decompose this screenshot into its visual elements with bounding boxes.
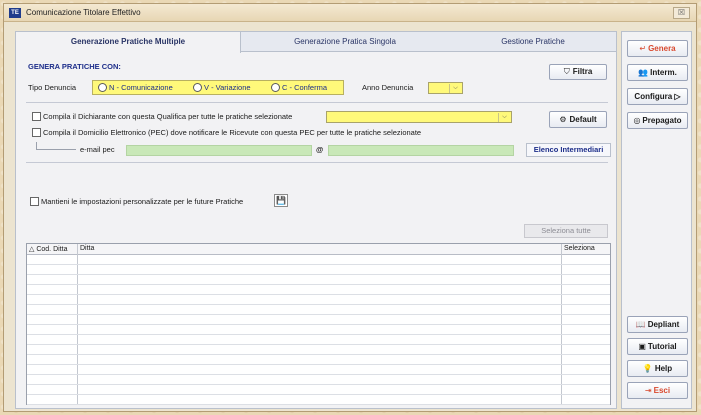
pratiche-table[interactable]: △ Cod. Ditta Ditta Seleziona (26, 243, 611, 405)
main-panel: Generazione Pratiche Multiple Generazion… (15, 31, 617, 409)
divider (26, 102, 608, 103)
action-sidebar: ↵ Genera 👥 Interm. Configura ▷ ◎ Prepagato … (621, 31, 692, 409)
tab-generazione-singola[interactable]: Generazione Pratica Singola (241, 32, 449, 52)
seleziona-tutte-button[interactable]: Seleziona tutte (524, 224, 608, 238)
default-button[interactable]: ⚙ Default (549, 111, 607, 128)
section-title: GENERA PRATICHE CON: (28, 62, 121, 71)
chevron-down-icon: ⌵ (498, 113, 510, 122)
table-row[interactable] (27, 275, 610, 285)
book-icon: 📖 (635, 320, 646, 329)
checkbox-icon (30, 197, 39, 206)
table-row[interactable] (27, 335, 610, 345)
funnel-icon: ⛉ (563, 67, 570, 76)
pec-checkbox[interactable]: Compila il Domicilio Elettronico (PEC) d… (32, 128, 421, 137)
sort-triangle-icon: △ (29, 246, 35, 253)
qualifica-select[interactable]: ⌵ (326, 111, 512, 123)
close-window-button[interactable]: ☒ (673, 7, 690, 19)
chevron-down-icon: ⌵ (449, 84, 461, 93)
checkbox-icon (32, 112, 41, 121)
title-bar[interactable]: TE Comunicazione Titolare Effettivo ☒ (4, 4, 696, 22)
esci-button[interactable]: ⇥ Esci (627, 382, 688, 399)
save-settings-button[interactable]: 💾 (274, 194, 288, 207)
depliant-button[interactable]: 📖 Depliant (627, 316, 688, 333)
divider (26, 162, 608, 163)
table-row[interactable] (27, 355, 610, 365)
monitor-icon: ▣ (638, 342, 646, 351)
main-window: TE Comunicazione Titolare Effettivo ☒ Ge… (3, 3, 697, 412)
email-user-input[interactable] (126, 145, 312, 156)
qualifica-checkbox[interactable]: Compila il Dichiarante con questa Qualif… (32, 112, 292, 121)
enter-arrow-icon: ↵ (639, 44, 647, 53)
coins-icon: ◎ (633, 116, 641, 125)
table-row[interactable] (27, 305, 610, 315)
table-row[interactable] (27, 325, 610, 335)
table-row[interactable] (27, 295, 610, 305)
radio-conferma[interactable]: C - Conferma (271, 83, 327, 92)
window-title: Comunicazione Titolare Effettivo (26, 8, 141, 17)
radio-circle-icon (193, 83, 202, 92)
lightbulb-icon: 💡 (642, 364, 653, 373)
interm-button[interactable]: 👥 Interm. (627, 64, 688, 81)
people-icon: 👥 (638, 68, 649, 77)
tab-bar: Generazione Pratiche Multiple Generazion… (16, 32, 617, 53)
help-button[interactable]: 💡 Help (627, 360, 688, 377)
tipo-denuncia-radio-group: N - Comunicazione V - Variazione C - Con… (92, 80, 344, 95)
table-row[interactable] (27, 255, 610, 265)
radio-circle-icon (271, 83, 280, 92)
filtra-button[interactable]: ⛉ Filtra (549, 64, 607, 80)
column-header-cod-ditta[interactable]: △ Cod. Ditta (29, 245, 67, 253)
gear-icon: ⚙ (559, 115, 567, 124)
tab-gestione-pratiche[interactable]: Gestione Pratiche (449, 32, 617, 52)
column-header-seleziona[interactable]: Seleziona (564, 245, 595, 252)
mantieni-checkbox[interactable]: Mantieni le impostazioni personalizzate … (30, 197, 243, 206)
prepagato-button[interactable]: ◎ Prepagato (627, 112, 688, 129)
app-icon: TE (9, 8, 21, 18)
checkbox-icon (32, 128, 41, 137)
radio-variazione[interactable]: V - Variazione (193, 83, 251, 92)
column-header-ditta[interactable]: Ditta (80, 245, 94, 252)
radio-comunicazione[interactable]: N - Comunicazione (98, 83, 173, 92)
table-row[interactable] (27, 315, 610, 325)
exit-icon: ⇥ (644, 386, 652, 395)
table-row[interactable] (27, 365, 610, 375)
email-domain-input[interactable] (328, 145, 514, 156)
table-row[interactable] (27, 375, 610, 385)
radio-circle-icon (98, 83, 107, 92)
table-row[interactable] (27, 285, 610, 295)
genera-button[interactable]: ↵ Genera (627, 40, 688, 57)
email-pec-label: e-mail pec (80, 145, 115, 154)
tab-generazione-multiple[interactable]: Generazione Pratiche Multiple (16, 32, 241, 53)
anno-denuncia-select[interactable]: ⌵ (428, 82, 463, 94)
table-row[interactable] (27, 265, 610, 275)
tutorial-button[interactable]: ▣ Tutorial (627, 338, 688, 355)
tipo-denuncia-label: Tipo Denuncia (28, 83, 77, 92)
elenco-intermediari-button[interactable]: Elenco Intermediari (526, 143, 611, 157)
tree-connector (36, 149, 76, 150)
anno-denuncia-label: Anno Denuncia (362, 83, 414, 92)
tree-connector (36, 142, 37, 149)
table-row[interactable] (27, 345, 610, 355)
table-row[interactable] (27, 385, 610, 395)
floppy-disk-icon: 💾 (276, 196, 286, 205)
table-header: △ Cod. Ditta Ditta Seleziona (27, 244, 610, 255)
table-row[interactable] (27, 395, 610, 405)
configura-button[interactable]: Configura ▷ (627, 88, 688, 105)
at-sign: @ (316, 145, 324, 154)
